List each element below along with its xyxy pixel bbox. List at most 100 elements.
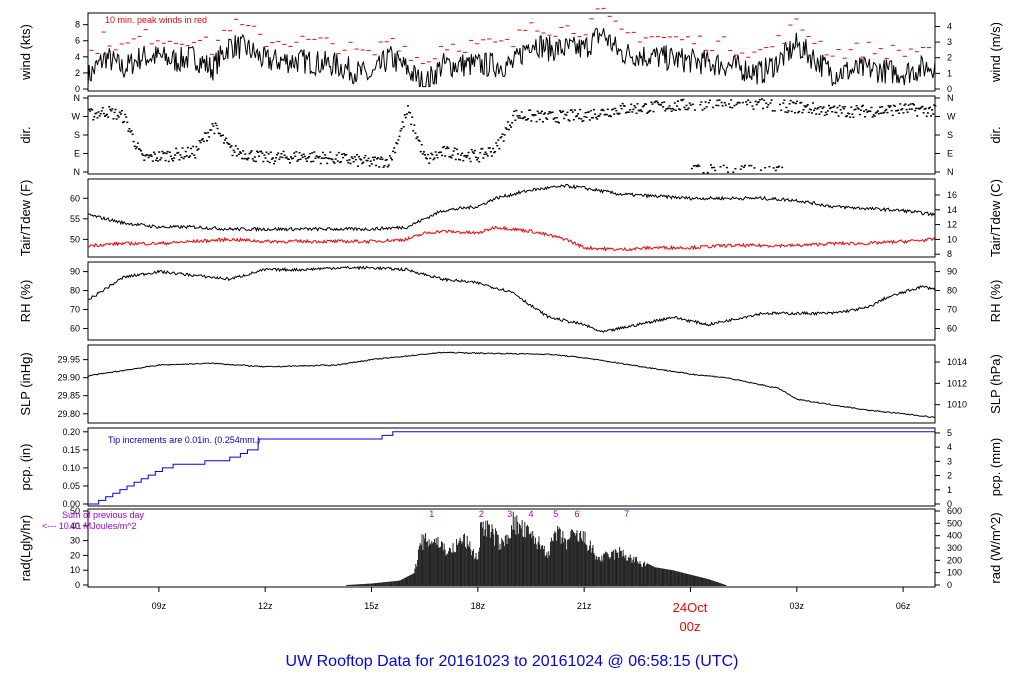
direction-point — [216, 127, 219, 130]
direction-point — [439, 151, 442, 153]
direction-point — [88, 108, 90, 111]
direction-point — [207, 131, 210, 134]
direction-point — [815, 113, 818, 115]
y-tick-label-right: W — [947, 112, 956, 122]
direction-point — [785, 106, 788, 109]
direction-point — [368, 165, 371, 167]
direction-point — [674, 109, 677, 112]
direction-point — [228, 143, 231, 145]
tdew-series — [87, 225, 936, 252]
direction-point — [160, 157, 163, 159]
direction-point — [840, 112, 843, 114]
direction-point — [517, 117, 520, 119]
direction-point — [246, 158, 249, 161]
direction-point — [351, 157, 354, 160]
direction-point — [400, 127, 403, 130]
direction-point — [714, 169, 717, 172]
direction-point — [469, 160, 472, 163]
direction-point — [733, 104, 736, 107]
direction-point — [538, 118, 541, 121]
direction-point — [109, 108, 112, 111]
direction-point — [760, 98, 763, 100]
direction-point — [401, 121, 404, 123]
direction-point — [850, 106, 853, 108]
direction-point — [642, 104, 645, 107]
direction-point — [931, 109, 934, 111]
direction-point — [755, 103, 758, 106]
x-tick-label: 18z — [471, 601, 486, 611]
direction-point — [450, 156, 453, 159]
direction-point — [566, 111, 569, 114]
direction-point — [502, 140, 505, 142]
direction-point — [119, 113, 122, 115]
direction-point — [831, 110, 834, 113]
direction-point — [599, 113, 602, 115]
direction-point — [98, 115, 101, 117]
direction-point — [483, 153, 486, 156]
direction-point — [863, 110, 866, 113]
y-tick-label-right: 4 — [947, 21, 952, 31]
direction-point — [195, 145, 198, 148]
direction-point — [739, 168, 742, 170]
direction-point — [773, 110, 776, 112]
y-axis-label-right: Tair/Tdew (C) — [988, 179, 1003, 257]
direction-point — [821, 107, 824, 110]
direction-point — [746, 103, 749, 106]
direction-point — [367, 157, 370, 160]
direction-point — [728, 103, 731, 105]
y-tick-label: 29.85 — [57, 391, 80, 401]
direction-point — [602, 109, 605, 112]
direction-point — [253, 156, 256, 158]
direction-point — [285, 156, 288, 158]
direction-point — [266, 160, 269, 163]
direction-point — [529, 109, 532, 111]
direction-point — [312, 160, 315, 163]
direction-point — [127, 130, 130, 132]
direction-point — [420, 143, 423, 146]
direction-point — [906, 111, 909, 113]
direction-point — [302, 153, 305, 155]
direction-point — [655, 100, 658, 103]
direction-point — [95, 112, 98, 114]
direction-point — [703, 107, 706, 110]
direction-point — [231, 154, 234, 157]
direction-point — [786, 111, 789, 114]
direction-point — [229, 146, 232, 148]
direction-point — [350, 156, 353, 158]
direction-point — [700, 101, 703, 103]
direction-point — [659, 104, 662, 106]
direction-point — [466, 154, 469, 157]
direction-point — [305, 160, 308, 162]
direction-point — [476, 159, 479, 161]
radiation-marker: 1 — [429, 509, 434, 519]
direction-point — [793, 111, 796, 114]
direction-point — [197, 148, 200, 150]
direction-point — [718, 99, 721, 101]
direction-point — [153, 153, 156, 155]
direction-point — [621, 102, 624, 105]
direction-point — [309, 152, 312, 155]
direction-point — [668, 105, 671, 107]
direction-point — [504, 127, 507, 129]
direction-point — [370, 163, 373, 165]
direction-point — [346, 159, 349, 162]
radiation-marker: 2 — [479, 509, 484, 519]
direction-point — [391, 158, 394, 161]
direction-point — [513, 110, 516, 113]
direction-point — [928, 106, 931, 109]
direction-point — [778, 165, 781, 168]
direction-point — [899, 103, 902, 105]
direction-point — [615, 109, 618, 112]
direction-point — [754, 100, 757, 103]
direction-point — [734, 167, 737, 170]
direction-point — [913, 104, 916, 106]
y-axis-label-right: RH (%) — [988, 280, 1003, 323]
direction-point — [328, 157, 331, 160]
direction-point — [97, 111, 100, 113]
direction-point — [464, 154, 467, 157]
direction-point — [142, 154, 145, 157]
direction-point — [332, 160, 335, 163]
direction-point — [729, 106, 732, 108]
direction-point — [421, 153, 424, 155]
direction-point — [404, 116, 407, 119]
